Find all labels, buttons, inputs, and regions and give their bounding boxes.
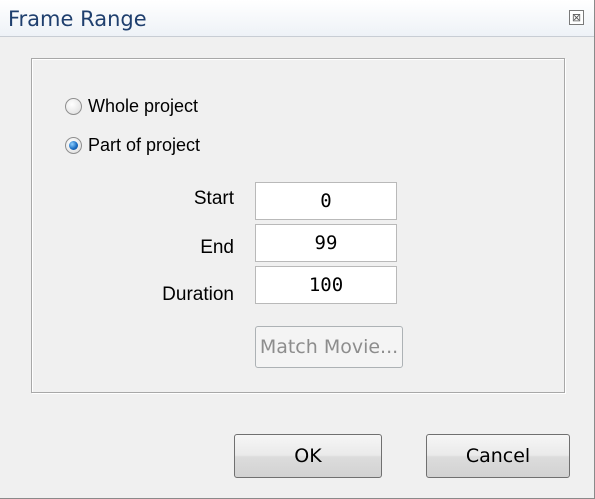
frame-range-dialog: Frame Range ⊠ Whole project Part of proj… [0,0,595,499]
end-label: End [200,237,234,258]
start-field[interactable]: 0 [255,182,397,220]
radio-part-of-project[interactable]: Part of project [65,133,200,157]
radio-whole-project[interactable]: Whole project [65,94,198,118]
duration-label: Duration [162,284,234,305]
duration-field[interactable]: 100 [255,266,397,304]
end-field[interactable]: 99 [255,224,397,262]
radio-button-icon[interactable] [65,97,82,115]
ok-button[interactable]: OK [234,434,382,478]
start-label: Start [193,188,234,209]
match-movie-button[interactable]: Match Movie... [255,326,403,368]
close-icon[interactable]: ⊠ [569,10,584,25]
title-bar[interactable]: Frame Range ⊠ [0,0,594,37]
window-title: Frame Range [8,7,147,31]
radio-label-part-of-project: Part of project [88,134,201,155]
radio-label-whole-project: Whole project [88,95,199,116]
cancel-button[interactable]: Cancel [426,434,570,478]
radio-button-selected-icon[interactable] [65,136,82,154]
